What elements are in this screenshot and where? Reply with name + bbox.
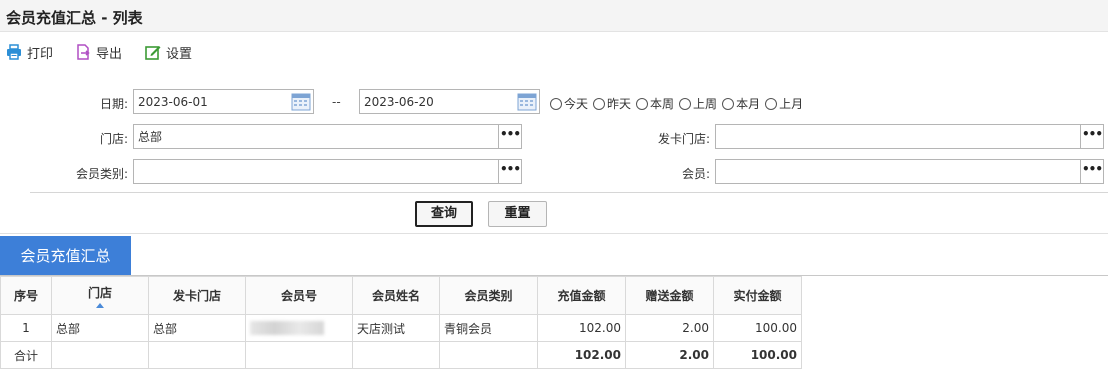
member-type-input[interactable]	[134, 160, 521, 183]
radio-label: 上月	[779, 97, 804, 111]
radio-label: 本周	[650, 97, 675, 111]
radio-this-month[interactable]: 本月	[722, 95, 760, 112]
total-label: 合计	[0, 341, 52, 369]
cell-member-type: 青铜会员	[439, 314, 538, 342]
radio-circle[interactable]	[550, 97, 562, 110]
date-from-field[interactable]	[133, 89, 314, 114]
radio-circle[interactable]	[765, 97, 778, 110]
summary-table: 序号 门店 发卡门店 会员号 会员姓名 会员类别 充值金额 赠送金额 实付金额 …	[0, 276, 802, 369]
cell-recharge: 102.00	[537, 314, 626, 342]
total-bonus: 2.00	[625, 341, 714, 369]
date-label: 日期:	[99, 97, 128, 111]
edit-settings-icon	[145, 46, 161, 60]
radio-yesterday[interactable]: 昨天	[593, 95, 631, 112]
cell-store: 总部	[51, 314, 149, 342]
export-icon	[77, 44, 90, 60]
calendar-icon[interactable]	[291, 92, 311, 111]
card-store-input[interactable]	[716, 125, 1103, 148]
print-button[interactable]: 打印	[6, 42, 53, 62]
cell-member-no	[245, 314, 353, 342]
total-empty-cell	[352, 341, 440, 369]
cell-card-store: 总部	[148, 314, 246, 342]
page-title: 会员充值汇总 - 列表	[6, 9, 143, 27]
store-label: 门店:	[99, 132, 128, 146]
settings-label: 设置	[166, 46, 193, 62]
col-header-bonus[interactable]: 赠送金额	[625, 276, 714, 315]
total-empty-cell	[51, 341, 149, 369]
col-header-paid[interactable]: 实付金额	[713, 276, 802, 315]
cell-index: 1	[0, 314, 52, 342]
col-header-member-no[interactable]: 会员号	[245, 276, 353, 315]
printer-icon	[7, 44, 21, 60]
radio-circle[interactable]	[679, 97, 692, 110]
member-label: 会员:	[681, 167, 710, 181]
date-separator: --	[332, 95, 341, 109]
quick-range-group: 今天 昨天 本周 上周 本月 上月	[550, 95, 808, 112]
divider	[30, 192, 1108, 193]
member-field[interactable]: •••	[715, 159, 1104, 184]
cell-paid: 100.00	[713, 314, 802, 342]
member-type-label: 会员类别:	[75, 167, 128, 181]
store-input[interactable]	[134, 125, 521, 148]
member-input[interactable]	[716, 160, 1103, 183]
store-lookup-button[interactable]: •••	[498, 125, 521, 148]
export-label: 导出	[96, 46, 123, 62]
table-row[interactable]: 1 总部 总部 天店测试 青铜会员 102.00 2.00 100.00	[0, 314, 802, 342]
total-empty-cell	[245, 341, 353, 369]
radio-last-month[interactable]: 上月	[765, 95, 803, 112]
radio-label: 昨天	[607, 97, 632, 111]
cell-bonus: 2.00	[625, 314, 714, 342]
query-button[interactable]: 查询	[415, 201, 473, 227]
table-header-row: 序号 门店 发卡门店 会员号 会员姓名 会员类别 充值金额 赠送金额 实付金额	[0, 276, 802, 315]
total-recharge: 102.00	[537, 341, 626, 369]
settings-button[interactable]: 设置	[145, 42, 192, 62]
radio-circle[interactable]	[722, 97, 735, 110]
member-type-lookup-button[interactable]: •••	[498, 160, 521, 183]
card-store-field[interactable]: •••	[715, 124, 1104, 149]
total-empty-cell	[148, 341, 246, 369]
calendar-icon[interactable]	[517, 92, 537, 111]
date-from-input[interactable]	[134, 90, 313, 113]
date-to-field[interactable]	[359, 89, 540, 114]
radio-label: 本月	[736, 97, 761, 111]
col-header-recharge[interactable]: 充值金额	[537, 276, 626, 315]
col-header-card-store[interactable]: 发卡门店	[148, 276, 246, 315]
sort-ascending-icon	[96, 302, 104, 308]
table-total-row: 合计 102.00 2.00 100.00	[0, 341, 802, 369]
radio-circle[interactable]	[593, 97, 606, 110]
title-bar: 会员充值汇总 - 列表	[0, 0, 1108, 32]
col-header-member-type[interactable]: 会员类别	[439, 276, 538, 315]
member-lookup-button[interactable]: •••	[1080, 160, 1103, 183]
tab-member-recharge-summary[interactable]: 会员充值汇总	[0, 236, 131, 276]
section-divider	[0, 233, 1108, 234]
print-label: 打印	[27, 46, 54, 62]
cell-member-name: 天店测试	[352, 314, 440, 342]
toolbar: 打印 导出 设置	[0, 36, 1108, 66]
radio-this-week[interactable]: 本周	[636, 95, 674, 112]
card-store-lookup-button[interactable]: •••	[1080, 125, 1103, 148]
radio-label: 上周	[693, 97, 718, 111]
total-paid: 100.00	[713, 341, 802, 369]
card-store-label: 发卡门店:	[657, 132, 710, 146]
col-header-store[interactable]: 门店	[51, 276, 149, 315]
col-header-index[interactable]: 序号	[0, 276, 52, 315]
radio-label: 今天	[564, 97, 589, 111]
store-field[interactable]: •••	[133, 124, 522, 149]
radio-last-week[interactable]: 上周	[679, 95, 717, 112]
col-header-member-name[interactable]: 会员姓名	[352, 276, 440, 315]
col-header-label: 门店	[87, 285, 112, 300]
radio-today[interactable]: 今天	[550, 95, 588, 112]
redacted-member-no	[250, 321, 324, 336]
total-empty-cell	[439, 341, 538, 369]
date-to-input[interactable]	[360, 90, 539, 113]
export-button[interactable]: 导出	[75, 42, 122, 62]
reset-button[interactable]: 重置	[488, 201, 547, 227]
radio-circle[interactable]	[636, 97, 649, 110]
member-type-field[interactable]: •••	[133, 159, 522, 184]
